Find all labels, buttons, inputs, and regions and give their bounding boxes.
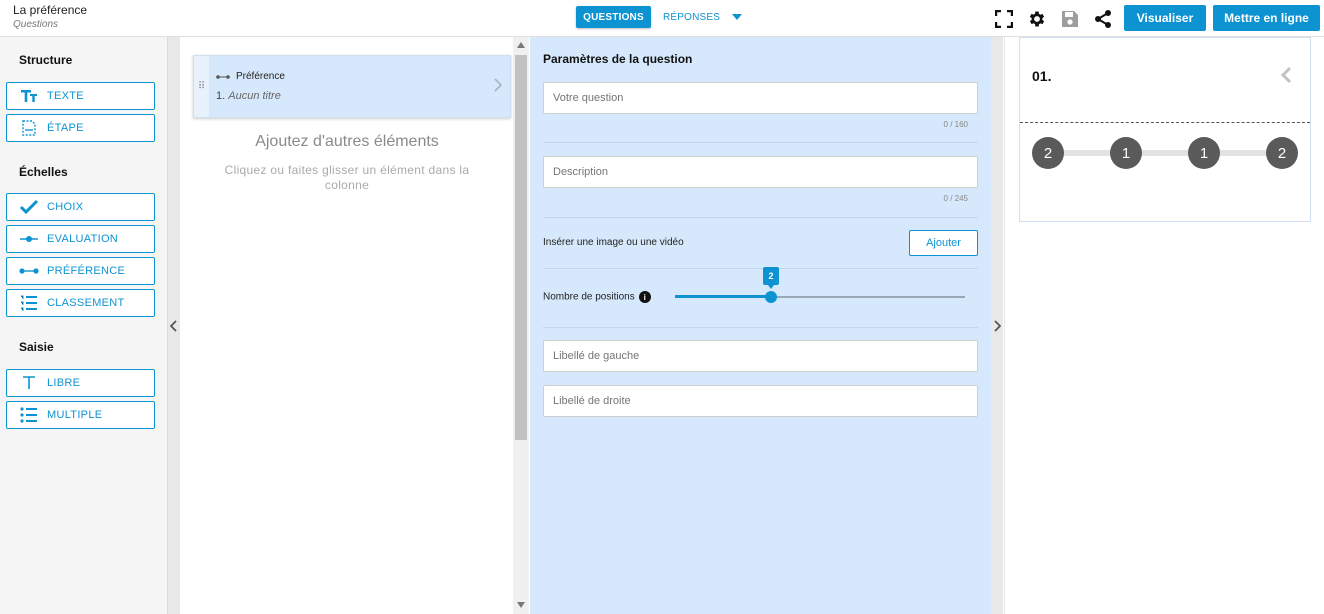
preview-button[interactable]: Visualiser [1124, 5, 1206, 31]
question-char-counter: 0 / 160 [943, 120, 968, 129]
tab-reponses[interactable]: RÉPONSES [663, 6, 743, 28]
description-char-counter: 0 / 245 [943, 194, 968, 203]
divider [543, 217, 978, 218]
preview-gutter [1004, 37, 1005, 614]
save-icon[interactable] [1060, 9, 1080, 29]
chevron-left-icon[interactable] [1280, 66, 1292, 84]
fullscreen-icon[interactable] [994, 9, 1014, 29]
top-bar: La préférence Questions QUESTIONS RÉPONS… [0, 0, 1324, 37]
preference-scale-line [1048, 150, 1282, 156]
question-list: ⠿ Préférence 1. Aucun titre Ajoutez d'au… [181, 37, 513, 614]
palette-classement-button[interactable]: CLASSEMENT [6, 289, 155, 317]
question-settings-panel: Paramètres de la question 0 / 160 0 / 24… [530, 37, 991, 614]
chevron-right-icon [994, 319, 1001, 332]
palette-choix-label: CHOIX [47, 201, 84, 213]
element-palette: Structure TEXTE ÉTAPE Échelles CHOIX EVA… [0, 37, 168, 614]
question-type: Préférence [216, 71, 285, 82]
gear-icon[interactable] [1027, 9, 1047, 29]
caret-down-icon [732, 14, 743, 20]
question-index: 1. [216, 90, 226, 102]
chevron-left-icon [170, 319, 177, 332]
preference-scale-icon [19, 263, 39, 279]
settings-title: Paramètres de la question [543, 52, 693, 66]
collapse-palette-toggle[interactable] [168, 37, 180, 614]
empty-state-title: Ajoutez d'autres éléments [255, 133, 439, 150]
palette-etape-button[interactable]: ÉTAPE [6, 114, 155, 142]
preference-option[interactable]: 1 [1110, 137, 1142, 169]
positions-label-row: Nombre de positions i [543, 291, 651, 303]
question-type-label: Préférence [236, 71, 285, 82]
question-card[interactable]: ⠿ Préférence 1. Aucun titre [193, 55, 511, 118]
scrollbar-thumb[interactable] [515, 55, 527, 440]
chevron-right-icon [494, 78, 502, 92]
check-icon [19, 199, 39, 215]
slider-fill [675, 295, 771, 298]
publish-button[interactable]: Mettre en ligne [1213, 5, 1320, 31]
step-page-icon [19, 120, 39, 136]
collapse-settings-toggle[interactable] [991, 37, 1003, 614]
scroll-down-icon[interactable] [517, 602, 525, 608]
palette-libre-button[interactable]: LIBRE [6, 369, 155, 397]
text-format-icon [19, 88, 39, 104]
description-input[interactable] [543, 156, 978, 188]
left-label-input[interactable] [543, 340, 978, 372]
section-echelles: Échelles [19, 165, 68, 179]
question-title: 1. Aucun titre [216, 90, 281, 102]
section-saisie: Saisie [19, 340, 54, 354]
info-icon[interactable]: i [638, 291, 651, 303]
document-title: La préférence [13, 3, 88, 17]
slider-value-bubble: 2 [763, 267, 779, 289]
positions-label: Nombre de positions [543, 291, 635, 303]
question-preview: 01. 2 1 1 2 [1019, 37, 1311, 222]
question-title-text: Aucun titre [228, 90, 281, 102]
palette-texte-label: TEXTE [47, 90, 84, 102]
palette-preference-label: PRÉFÉRENCE [47, 265, 126, 277]
preference-option[interactable]: 2 [1266, 137, 1298, 169]
rating-slider-icon [19, 231, 39, 247]
palette-libre-label: LIBRE [47, 377, 81, 389]
section-structure: Structure [19, 53, 73, 67]
palette-evaluation-label: EVALUATION [47, 233, 119, 245]
scroll-up-icon[interactable] [517, 42, 525, 48]
palette-evaluation-button[interactable]: EVALUATION [6, 225, 155, 253]
question-input[interactable] [543, 82, 978, 114]
palette-preference-button[interactable]: PRÉFÉRENCE [6, 257, 155, 285]
tab-reponses-label: RÉPONSES [663, 11, 721, 23]
share-icon[interactable] [1093, 9, 1113, 29]
add-media-button[interactable]: Ajouter [909, 230, 978, 256]
right-label-input[interactable] [543, 385, 978, 417]
preference-option[interactable]: 1 [1188, 137, 1220, 169]
palette-etape-label: ÉTAPE [47, 122, 84, 134]
palette-multiple-label: MULTIPLE [47, 409, 103, 421]
preference-scale-icon [216, 74, 230, 79]
positions-slider[interactable]: 2 [675, 267, 965, 307]
tab-questions[interactable]: QUESTIONS [576, 6, 651, 28]
preference-option[interactable]: 2 [1032, 137, 1064, 169]
divider [543, 327, 978, 328]
question-list-scrollbar[interactable] [513, 37, 529, 614]
empty-state-hint: Cliquez ou faites glisser un élément dan… [224, 163, 470, 192]
media-label: Insérer une image ou une vidéo [543, 237, 684, 248]
palette-choix-button[interactable]: CHOIX [6, 193, 155, 221]
drag-handle-icon[interactable]: ⠿ [194, 56, 209, 117]
ranking-list-icon [19, 295, 39, 311]
slider-thumb[interactable] [765, 291, 777, 303]
divider [543, 142, 978, 143]
preview-divider [1020, 122, 1310, 123]
preview-question-number: 01. [1032, 68, 1052, 84]
palette-classement-label: CLASSEMENT [47, 297, 125, 309]
document-subtitle: Questions [13, 19, 59, 30]
palette-texte-button[interactable]: TEXTE [6, 82, 155, 110]
palette-multiple-button[interactable]: MULTIPLE [6, 401, 155, 429]
divider [543, 268, 978, 269]
text-input-icon [19, 375, 39, 391]
bulleted-list-icon [19, 407, 39, 423]
